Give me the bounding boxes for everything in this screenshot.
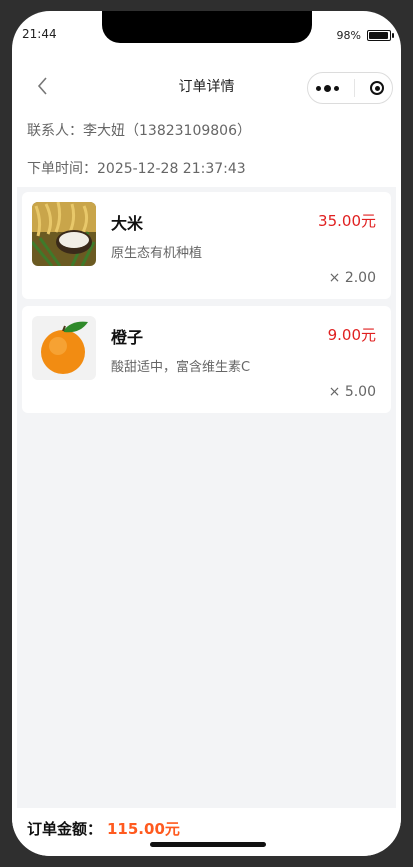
total-label: 订单金额： — [27, 820, 103, 838]
notch — [102, 11, 312, 43]
product-description: 原生态有机种植 — [111, 246, 203, 261]
phone-screen: 21:44 98% 订单详情 联系人：李大妞（13823109806） 下单时间… — [12, 11, 401, 856]
contact-line: 联系人：李大妞（13823109806） — [27, 120, 251, 140]
status-right: 98% — [336, 29, 394, 42]
close-target-icon[interactable] — [370, 81, 385, 95]
order-total-bar: 订单金额： 115.00元 — [12, 808, 401, 856]
battery-icon — [367, 30, 394, 41]
contact-label: 联系人： — [27, 123, 83, 139]
product-description: 酸甜适中，富含维生素C — [111, 360, 251, 375]
product-price: 35.00元 — [318, 212, 376, 230]
mini-program-capsule — [307, 72, 393, 104]
order-time-value: 2025-12-28 21:37:43 — [97, 161, 246, 177]
product-quantity: × 2.00 — [328, 270, 376, 286]
order-time-line: 下单时间：2025-12-28 21:37:43 — [27, 158, 246, 178]
list-item[interactable]: 大米 35.00元 原生态有机种植 × 2.00 — [22, 192, 391, 299]
product-name: 橙子 — [111, 328, 144, 347]
product-quantity: × 5.00 — [328, 384, 376, 400]
more-icon[interactable] — [315, 84, 339, 92]
home-indicator[interactable] — [150, 842, 266, 847]
capsule-divider — [353, 79, 355, 97]
order-time-label: 下单时间： — [27, 161, 97, 177]
contact-value: 李大妞（13823109806） — [83, 123, 251, 139]
list-item[interactable]: 橙子 9.00元 酸甜适中，富含维生素C × 5.00 — [22, 306, 391, 413]
product-name: 大米 — [111, 214, 144, 233]
item-list: 大米 35.00元 原生态有机种植 × 2.00 橙子 9.00元 酸甜适中，富… — [17, 187, 396, 808]
total-value: 115.00元 — [107, 820, 180, 838]
product-image-orange — [32, 316, 96, 380]
battery-percent: 98% — [336, 29, 361, 42]
navbar: 订单详情 — [12, 59, 401, 109]
product-price: 9.00元 — [327, 326, 376, 344]
product-image-rice — [32, 202, 96, 266]
status-time: 21:44 — [22, 27, 57, 41]
